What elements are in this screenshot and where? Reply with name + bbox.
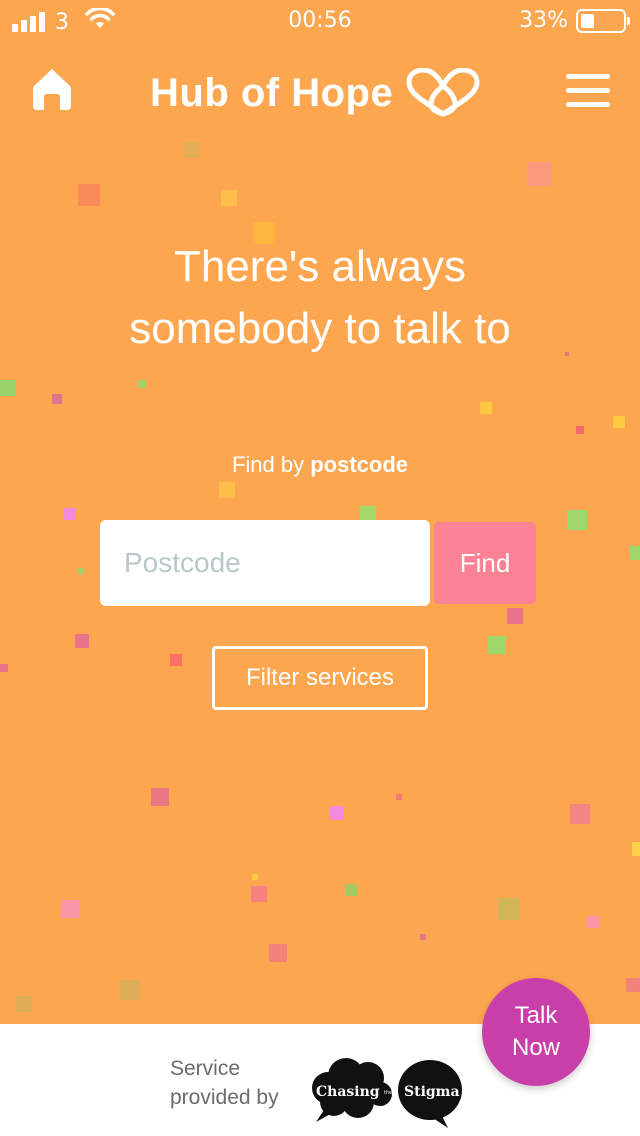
talk-now-line-2: Now (511, 1034, 560, 1061)
postcode-input[interactable] (100, 520, 430, 606)
hamburger-menu-button[interactable] (566, 74, 610, 110)
svg-text:the: the (384, 1090, 392, 1096)
battery-percent: 33% (519, 8, 568, 33)
battery-icon (576, 8, 630, 33)
logo-text: Hub of Hope (150, 70, 394, 115)
app-logo: Hub of Hope (150, 68, 481, 118)
chasing-the-stigma-logo: Chasing the Stigma (306, 1046, 466, 1130)
heart-logo-icon (406, 68, 480, 117)
find-by-bold: postcode (310, 452, 409, 477)
status-bar: 3 00:56 33% (0, 0, 640, 40)
service-provided-line-2: provided by (170, 1086, 279, 1109)
headline-line-1: There's always (173, 242, 467, 291)
svg-text:Stigma: Stigma (404, 1084, 460, 1100)
home-icon (33, 69, 71, 110)
svg-text:Chasing: Chasing (316, 1084, 380, 1100)
battery-fill (581, 13, 595, 28)
service-provided-label: Service provided by (170, 1054, 300, 1112)
find-by-label: Find by postcode (0, 452, 640, 478)
talk-now-button[interactable]: Talk Now (482, 978, 590, 1086)
service-provided-line-1: Service (170, 1057, 241, 1080)
hamburger-menu-icon (566, 74, 610, 79)
status-right: 33% (519, 8, 630, 33)
filter-services-button[interactable]: Filter services (212, 646, 428, 710)
find-button[interactable]: Find (434, 522, 536, 604)
page-headline: There's always somebody to talk to (0, 236, 640, 360)
talk-now-line-1: Talk (514, 1002, 558, 1029)
home-button[interactable] (30, 66, 74, 110)
app-header: Hub of Hope (0, 60, 640, 126)
headline-line-2: somebody to talk to (129, 304, 511, 353)
find-by-prefix: Find by (231, 452, 305, 477)
